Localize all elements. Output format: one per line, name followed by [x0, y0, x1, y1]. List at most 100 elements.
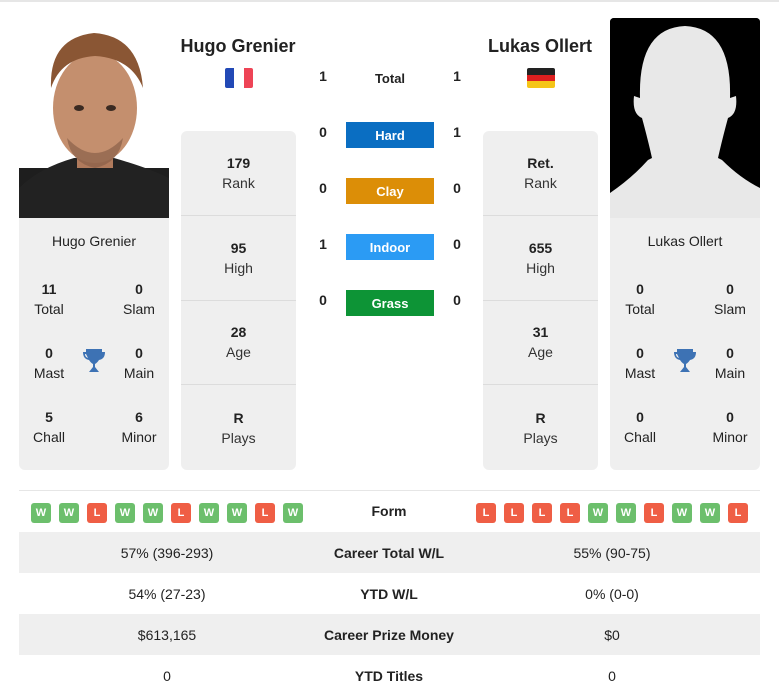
- form-win-badge[interactable]: W: [199, 503, 219, 523]
- form-win-badge[interactable]: W: [588, 503, 608, 523]
- form-label: Form: [371, 503, 407, 519]
- form-row: WWLWWLWWLW Form LLLLWWLWWL: [19, 490, 760, 531]
- titles-slam: 0 Slam: [700, 279, 760, 319]
- row-left-value: 57% (396-293): [120, 544, 214, 561]
- titles-mast-label: Mast: [33, 365, 65, 381]
- rank-cell: Ret. Rank: [483, 131, 598, 216]
- titles-main-label: Main: [714, 365, 746, 381]
- form-right-badges: LLLLWWLWWL: [476, 503, 748, 523]
- surface-grass-button[interactable]: Grass: [346, 290, 434, 316]
- titles-total-value: 0: [636, 281, 644, 297]
- player-right-name[interactable]: Lukas Ollert: [460, 36, 620, 57]
- row-label: YTD W/L: [360, 585, 418, 602]
- player-right-stats: Ret. Rank 655 High 31 Age R Plays: [483, 131, 598, 470]
- form-loss-badge[interactable]: L: [560, 503, 580, 523]
- titles-main-value: 0: [726, 345, 734, 361]
- titles-minor-label: Minor: [121, 429, 157, 445]
- h2h-hard-left: 0: [319, 124, 327, 140]
- titles-slam-value: 0: [135, 281, 143, 297]
- titles-main: 0 Main: [109, 343, 169, 383]
- titles-main-value: 0: [135, 345, 143, 361]
- titles-minor: 6 Minor: [109, 407, 169, 447]
- h2h-clay-left: 0: [319, 180, 327, 196]
- form-loss-badge[interactable]: L: [255, 503, 275, 523]
- h2h-total-label: Total: [374, 71, 406, 86]
- row-label: YTD Titles: [354, 667, 424, 684]
- form-loss-badge[interactable]: L: [728, 503, 748, 523]
- row-left-value: $613,165: [137, 626, 197, 643]
- rank-value: 179: [226, 154, 251, 171]
- titles-mast: 0 Mast: [19, 343, 79, 383]
- trophy-icon: [673, 348, 697, 374]
- surface-indoor-button[interactable]: Indoor: [346, 234, 434, 260]
- top-divider: [0, 0, 779, 2]
- surface-hard-button[interactable]: Hard: [346, 122, 434, 148]
- comparison-row: $613,165 Career Prize Money $0: [19, 614, 760, 655]
- plays-value: R: [233, 409, 244, 426]
- form-win-badge[interactable]: W: [283, 503, 303, 523]
- player-left-name[interactable]: Hugo Grenier: [158, 36, 318, 57]
- rank-value: Ret.: [527, 154, 554, 171]
- form-win-badge[interactable]: W: [616, 503, 636, 523]
- high-cell: 95 High: [181, 216, 296, 301]
- form-loss-badge[interactable]: L: [532, 503, 552, 523]
- high-label: High: [526, 259, 555, 276]
- rank-label: Rank: [524, 174, 557, 191]
- age-value: 31: [532, 324, 549, 341]
- form-win-badge[interactable]: W: [59, 503, 79, 523]
- titles-total: 11 Total: [19, 279, 79, 319]
- player-left-titles-card: Hugo Grenier 11 Total 0 Slam 0 Mast 0 Main 5…: [19, 218, 169, 470]
- titles-chall-label: Chall: [33, 429, 65, 445]
- player-left-photo: [19, 18, 169, 218]
- form-win-badge[interactable]: W: [700, 503, 720, 523]
- plays-label: Plays: [221, 429, 256, 446]
- comparison-row: 54% (27-23) YTD W/L 0% (0-0): [19, 573, 760, 614]
- titles-chall: 0 Chall: [610, 407, 670, 447]
- form-win-badge[interactable]: W: [227, 503, 247, 523]
- player-right-titles-card: Lukas Ollert 0 Total 0 Slam 0 Mast 0 Main 0 C…: [610, 218, 760, 470]
- high-value: 655: [528, 239, 553, 256]
- form-loss-badge[interactable]: L: [476, 503, 496, 523]
- titles-total: 0 Total: [610, 279, 670, 319]
- france-flag-icon: [225, 68, 253, 88]
- card-player-name: Lukas Ollert: [647, 233, 723, 249]
- h2h-total-left: 1: [319, 68, 327, 84]
- row-right-value: 0% (0-0): [585, 585, 639, 602]
- h2h-total-right: 1: [453, 68, 461, 84]
- rank-cell: 179 Rank: [181, 131, 296, 216]
- titles-slam-label: Slam: [714, 301, 746, 317]
- row-right-value: $0: [604, 626, 620, 643]
- form-win-badge[interactable]: W: [31, 503, 51, 523]
- form-win-badge[interactable]: W: [143, 503, 163, 523]
- high-cell: 655 High: [483, 216, 598, 301]
- form-loss-badge[interactable]: L: [644, 503, 664, 523]
- titles-total-label: Total: [625, 301, 655, 317]
- age-label: Age: [226, 344, 251, 361]
- form-win-badge[interactable]: W: [672, 503, 692, 523]
- titles-total-label: Total: [34, 301, 64, 317]
- germany-flag-icon: [527, 68, 555, 88]
- comparison-row: 57% (396-293) Career Total W/L 55% (90-7…: [19, 532, 760, 573]
- titles-minor: 0 Minor: [700, 407, 760, 447]
- rank-label: Rank: [222, 174, 255, 191]
- form-loss-badge[interactable]: L: [171, 503, 191, 523]
- titles-chall: 5 Chall: [19, 407, 79, 447]
- trophy-icon: [82, 348, 106, 374]
- plays-cell: R Plays: [181, 385, 296, 470]
- form-loss-badge[interactable]: L: [87, 503, 107, 523]
- titles-minor-value: 6: [135, 409, 143, 425]
- titles-slam-value: 0: [726, 281, 734, 297]
- age-value: 28: [230, 324, 247, 341]
- plays-label: Plays: [523, 429, 558, 446]
- form-loss-badge[interactable]: L: [504, 503, 524, 523]
- plays-cell: R Plays: [483, 385, 598, 470]
- titles-chall-label: Chall: [624, 429, 656, 445]
- h2h-indoor-right: 0: [453, 236, 461, 252]
- titles-mast-label: Mast: [624, 365, 656, 381]
- form-win-badge[interactable]: W: [115, 503, 135, 523]
- age-cell: 31 Age: [483, 301, 598, 386]
- row-label: Career Total W/L: [333, 544, 445, 561]
- titles-main: 0 Main: [700, 343, 760, 383]
- surface-clay-button[interactable]: Clay: [346, 178, 434, 204]
- titles-mast-value: 0: [636, 345, 644, 361]
